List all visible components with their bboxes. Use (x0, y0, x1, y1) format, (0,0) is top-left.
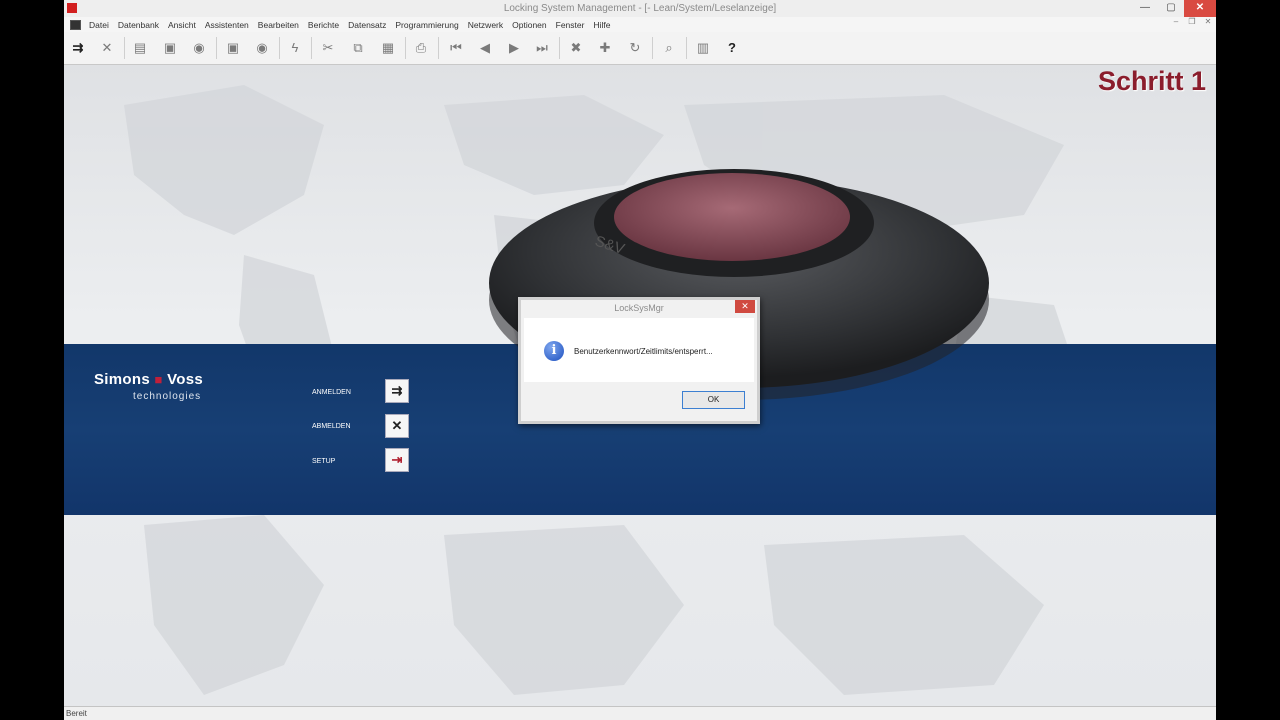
refresh-icon[interactable]: ↻ (625, 38, 645, 58)
program-icon[interactable]: ϟ (285, 38, 305, 58)
minimize-button[interactable]: — (1132, 0, 1158, 17)
mdi-close-icon[interactable]: ✕ (1200, 17, 1216, 26)
setup-label: SETUP (312, 458, 336, 465)
menu-datei[interactable]: Datei (89, 20, 109, 30)
menu-fenster[interactable]: Fenster (556, 20, 585, 30)
help-icon[interactable]: ? (722, 38, 742, 58)
brand-logo: Simons ■ Voss (94, 371, 203, 388)
window-controls: — ▢ ✕ (1132, 0, 1216, 17)
menu-netzwerk[interactable]: Netzwerk (468, 20, 503, 30)
menu-optionen[interactable]: Optionen (512, 20, 547, 30)
search-icon[interactable]: ⌕ (659, 38, 679, 58)
menu-datenbank[interactable]: Datenbank (118, 20, 159, 30)
menu-datensatz[interactable]: Datensatz (348, 20, 386, 30)
dialog-title: LockSysMgr (614, 303, 664, 313)
info-icon: i (544, 341, 564, 361)
menu-berichte[interactable]: Berichte (308, 20, 339, 30)
dialog-ok-button[interactable]: OK (682, 391, 745, 409)
paste-icon[interactable]: ▦ (378, 38, 398, 58)
delete-record-icon[interactable]: ✖ (566, 38, 586, 58)
title-bar: Locking System Management - [- Lean/Syst… (64, 0, 1216, 17)
print-icon[interactable]: ⎙ (411, 38, 431, 58)
status-bar: Bereit (64, 706, 1216, 720)
logout-icon[interactable]: ✕ (97, 38, 117, 58)
logout-label: ABMELDEN (312, 423, 351, 430)
mdi-minimize-icon[interactable]: – (1168, 17, 1184, 26)
document-icon[interactable] (70, 19, 81, 30)
toolbar-separator (311, 37, 312, 59)
maximize-button[interactable]: ▢ (1158, 0, 1184, 17)
toolbar-separator (405, 37, 406, 59)
brand-name-left: Simons (94, 371, 150, 388)
toolbar-separator (279, 37, 280, 59)
toolbar-separator (652, 37, 653, 59)
toolbar-separator (216, 37, 217, 59)
report-icon[interactable]: ▤ (130, 38, 150, 58)
login-label: ANMELDEN (312, 389, 351, 396)
first-record-icon[interactable]: ⏮ (446, 38, 466, 58)
window-title: Locking System Management - [- Lean/Syst… (503, 3, 777, 14)
menu-bearbeiten[interactable]: Bearbeiten (258, 20, 299, 30)
step-heading: Schritt 1 (1097, 66, 1206, 96)
lock-icon[interactable]: ▣ (160, 38, 180, 58)
mdi-restore-icon[interactable]: ❐ (1184, 17, 1200, 26)
toolbar-separator (559, 37, 560, 59)
menu-ansicht[interactable]: Ansicht (168, 20, 196, 30)
new-transponder-icon[interactable]: ◉ (252, 38, 272, 58)
brand-separator-icon: ■ (154, 372, 163, 387)
app-icon[interactable] (67, 3, 77, 13)
toolbar-separator (124, 37, 125, 59)
next-record-icon[interactable]: ▶ (504, 38, 524, 58)
logout-button[interactable]: ✕ (385, 414, 409, 438)
login-icon[interactable]: ⇉ (68, 38, 88, 58)
status-text: Bereit (66, 709, 87, 718)
dialog-message: Benutzerkennwort/Zeitlimits/entsperrt... (574, 347, 713, 356)
menu-hilfe[interactable]: Hilfe (593, 20, 610, 30)
brand-name-right: Voss (167, 371, 204, 388)
last-record-icon[interactable]: ⏭ (532, 38, 552, 58)
previous-record-icon[interactable]: ◀ (475, 38, 495, 58)
setup-button[interactable]: ⇥ (385, 448, 409, 472)
brand-tagline: technologies (133, 391, 202, 402)
application-window: Locking System Management - [- Lean/Syst… (64, 0, 1216, 720)
toolbar-separator (686, 37, 687, 59)
transponder-icon[interactable]: ◉ (189, 38, 209, 58)
new-lock-icon[interactable]: ▣ (223, 38, 243, 58)
copy-icon[interactable]: ⧉ (348, 38, 368, 58)
menu-bar: Datei Datenbank Ansicht Assistenten Bear… (64, 17, 1216, 32)
cut-icon[interactable]: ✂ (318, 38, 338, 58)
toolbar: ⇉ ✕ ▤ ▣ ◉ ▣ ◉ ϟ ✂ ⧉ ▦ ⎙ ⏮ ◀ ▶ ⏭ ✖ ✚ ↻ ⌕ … (64, 32, 1216, 65)
toolbar-separator (438, 37, 439, 59)
message-dialog: LockSysMgr ✕ i Benutzerkennwort/Zeitlimi… (518, 297, 760, 424)
mdi-controls: – ❐ ✕ (1168, 17, 1216, 26)
dialog-close-button[interactable]: ✕ (735, 300, 755, 313)
new-record-icon[interactable]: ✚ (595, 38, 615, 58)
login-button[interactable]: ⇉ (385, 379, 409, 403)
menu-assistenten[interactable]: Assistenten (205, 20, 249, 30)
dialog-body: i Benutzerkennwort/Zeitlimits/entsperrt.… (524, 318, 754, 382)
menu-programmierung[interactable]: Programmierung (395, 20, 458, 30)
close-button[interactable]: ✕ (1184, 0, 1216, 17)
filter-icon[interactable]: ▥ (693, 38, 713, 58)
